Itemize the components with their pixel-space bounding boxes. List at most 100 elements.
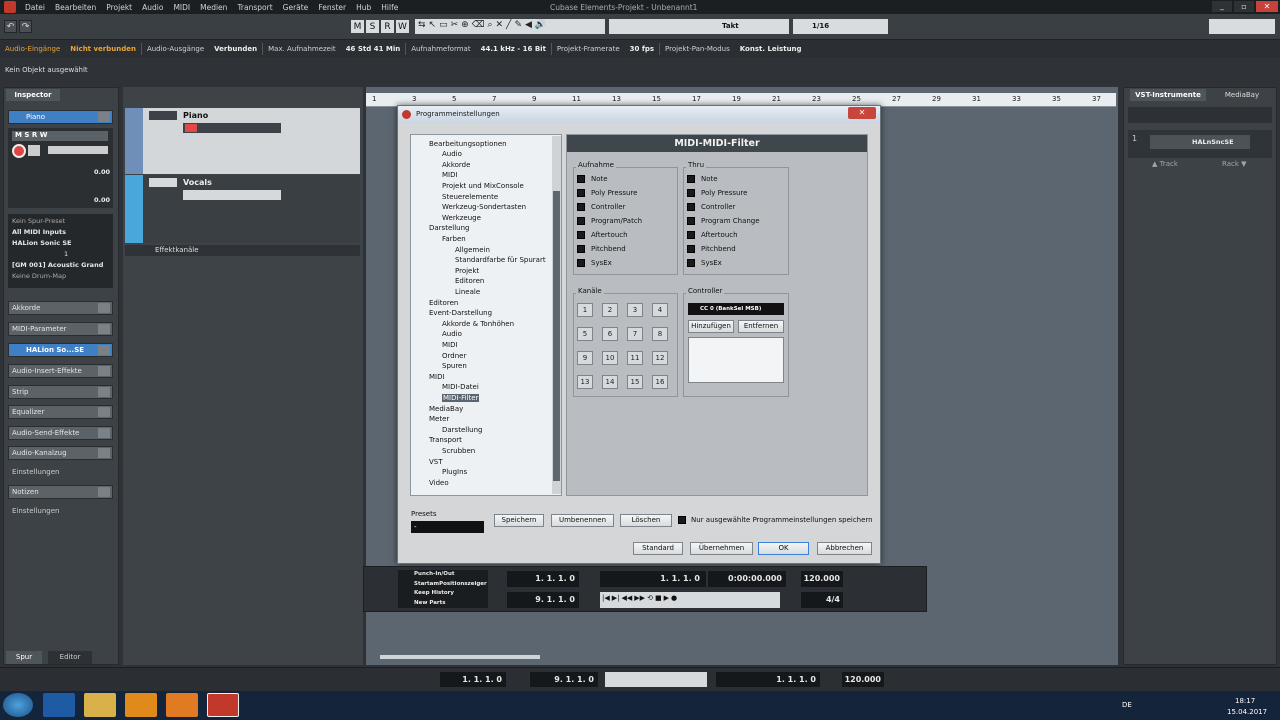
tree-item[interactable]: Projekt xyxy=(455,267,479,275)
layout-buttons[interactable] xyxy=(1209,19,1275,34)
channel-button[interactable]: 6 xyxy=(602,327,618,341)
punch-label[interactable]: Punch-In/Out xyxy=(414,570,488,580)
aufnahme-option[interactable]: Controller xyxy=(577,200,642,214)
tree-item[interactable]: PlugIns xyxy=(442,468,467,476)
rack-label[interactable]: Rack ▼ xyxy=(1222,160,1247,168)
snap-mode-select[interactable]: Takt xyxy=(722,22,739,30)
play-tool-icon[interactable]: ◀ xyxy=(525,20,532,33)
tree-item[interactable]: Editoren xyxy=(455,277,484,285)
left-locator[interactable]: 1. 1. 1. 0 xyxy=(507,571,579,587)
tree-item[interactable]: MIDI-Datei xyxy=(442,383,479,391)
tree-item[interactable]: Scrubben xyxy=(442,447,475,455)
aufnahme-option[interactable]: Pitchbend xyxy=(577,242,642,256)
clock-time[interactable]: 18:17 xyxy=(1235,697,1255,705)
tab-spur[interactable]: Spur xyxy=(6,651,42,664)
tree-item[interactable]: Editoren xyxy=(429,299,458,307)
keep-history-label[interactable]: Keep History xyxy=(414,589,488,599)
vst-instrument-slot[interactable]: 1 HALnSncSE xyxy=(1128,130,1272,158)
only-selected-checkbox[interactable] xyxy=(678,516,686,524)
channel-button[interactable]: 12 xyxy=(652,351,668,365)
section-akkorde[interactable]: Akkorde xyxy=(8,301,113,315)
menu-item-hub[interactable]: Hub xyxy=(351,3,376,12)
aufnahme-checkbox[interactable] xyxy=(577,203,585,211)
instrument-select[interactable]: HALnSncSE xyxy=(1150,135,1250,149)
minimize-button[interactable]: _ xyxy=(1212,1,1232,12)
tree-item[interactable]: Projekt und MixConsole xyxy=(442,182,524,190)
add-controller-button[interactable]: Hinzufügen xyxy=(688,320,734,333)
menu-item-transport[interactable]: Transport xyxy=(232,3,277,12)
track-mute-solo[interactable] xyxy=(149,111,177,120)
media-player-icon[interactable] xyxy=(125,693,157,717)
bottom-transport-buttons[interactable] xyxy=(605,672,707,687)
tree-item[interactable]: Video xyxy=(429,479,449,487)
menu-item-medien[interactable]: Medien xyxy=(195,3,232,12)
cubase-taskbar-icon[interactable] xyxy=(207,693,239,717)
menu-item-datei[interactable]: Datei xyxy=(20,3,50,12)
thru-option[interactable]: Program Change xyxy=(687,214,760,228)
w-button[interactable]: W xyxy=(396,20,409,33)
scroll-thumb[interactable] xyxy=(553,191,560,481)
thru-option[interactable]: Pitchbend xyxy=(687,242,760,256)
section-einstellungen-2[interactable]: Einstellungen xyxy=(12,507,59,515)
section-strip[interactable]: Strip xyxy=(8,385,113,399)
line-tool-icon[interactable]: ╱ xyxy=(506,20,511,33)
dialog-close-button[interactable]: ✕ xyxy=(848,107,876,119)
s-button[interactable]: S xyxy=(366,20,379,33)
thru-checkbox[interactable] xyxy=(687,203,695,211)
save-button[interactable]: Speichern xyxy=(494,514,544,527)
aufnahme-option[interactable]: Program/Patch xyxy=(577,214,642,228)
aufnahme-checkbox[interactable] xyxy=(577,189,585,197)
track-record-button[interactable] xyxy=(185,124,197,132)
mute-tool-icon[interactable]: ✕ xyxy=(495,20,503,33)
draw-tool-icon[interactable]: ✎ xyxy=(514,20,522,33)
midi-output-select[interactable]: HALion Sonic SE xyxy=(12,238,109,249)
tab-mediabay[interactable]: MediaBay xyxy=(1212,89,1272,101)
apply-button[interactable]: Übernehmen xyxy=(690,542,753,555)
tree-item[interactable]: Werkzeuge xyxy=(442,214,481,222)
track-buttons[interactable] xyxy=(183,190,281,200)
thru-checkbox[interactable] xyxy=(687,189,695,197)
ok-button[interactable]: OK xyxy=(758,542,809,555)
tree-item[interactable]: MIDI xyxy=(442,171,458,179)
zoom-tool-icon[interactable]: ⌕ xyxy=(487,20,492,33)
thru-option[interactable]: Aftertouch xyxy=(687,228,760,242)
channel-button[interactable]: 1 xyxy=(577,303,593,317)
thru-checkbox[interactable] xyxy=(687,259,695,267)
tree-item[interactable]: Farben xyxy=(442,235,466,243)
keyboard-language[interactable]: DE xyxy=(1122,701,1132,709)
tree-item[interactable]: Allgemein xyxy=(455,246,490,254)
thru-option[interactable]: Poly Pressure xyxy=(687,186,760,200)
start-position-label[interactable]: StartamPositionszeiger xyxy=(414,580,488,590)
rewind-icon[interactable]: ◀◀ xyxy=(622,594,633,606)
thru-option[interactable]: SysEx xyxy=(687,256,760,270)
track-preset-field[interactable]: Kein Spur-Preset xyxy=(12,216,109,227)
section-equalizer[interactable]: Equalizer xyxy=(8,405,113,419)
rename-button[interactable]: Umbenennen xyxy=(551,514,614,527)
fx-channel-folder[interactable]: Effektkanäle xyxy=(125,245,360,256)
tree-item[interactable]: MIDI-Filter xyxy=(442,394,480,402)
remove-controller-button[interactable]: Entfernen xyxy=(738,320,784,333)
controller-select[interactable]: CC 0 (BankSel MSB) xyxy=(688,303,784,315)
menu-item-geraete[interactable]: Geräte xyxy=(278,3,314,12)
channel-button[interactable]: 5 xyxy=(577,327,593,341)
section-midi-parameter[interactable]: MIDI-Parameter xyxy=(8,322,113,336)
maximize-button[interactable]: ▫ xyxy=(1234,1,1254,12)
thru-checkbox[interactable] xyxy=(687,175,695,183)
glue-tool-icon[interactable]: ⊕ xyxy=(461,20,469,33)
close-window-button[interactable]: ✕ xyxy=(1256,1,1278,12)
bottom-position[interactable]: 1. 1. 1. 0 xyxy=(716,672,820,687)
position-time[interactable]: 0:00:00.000 xyxy=(708,571,786,587)
stop-icon[interactable]: ■ xyxy=(655,594,662,606)
track-piano[interactable]: Piano xyxy=(125,108,360,174)
app-icon[interactable] xyxy=(166,693,198,717)
channel-button[interactable]: 16 xyxy=(652,375,668,389)
speaker-icon[interactable]: 🔊 xyxy=(535,20,546,33)
tree-item[interactable]: Event-Darstellung xyxy=(429,309,492,317)
pointer-tool-icon[interactable]: ↖ xyxy=(429,20,437,33)
tree-item[interactable]: Bearbeitungsoptionen xyxy=(429,140,507,148)
standard-button[interactable]: Standard xyxy=(633,542,683,555)
tree-item[interactable]: MIDI xyxy=(442,135,458,137)
r-button[interactable]: R xyxy=(381,20,394,33)
menu-item-projekt[interactable]: Projekt xyxy=(101,3,137,12)
cycle-icon[interactable]: ⟲ xyxy=(647,594,653,606)
